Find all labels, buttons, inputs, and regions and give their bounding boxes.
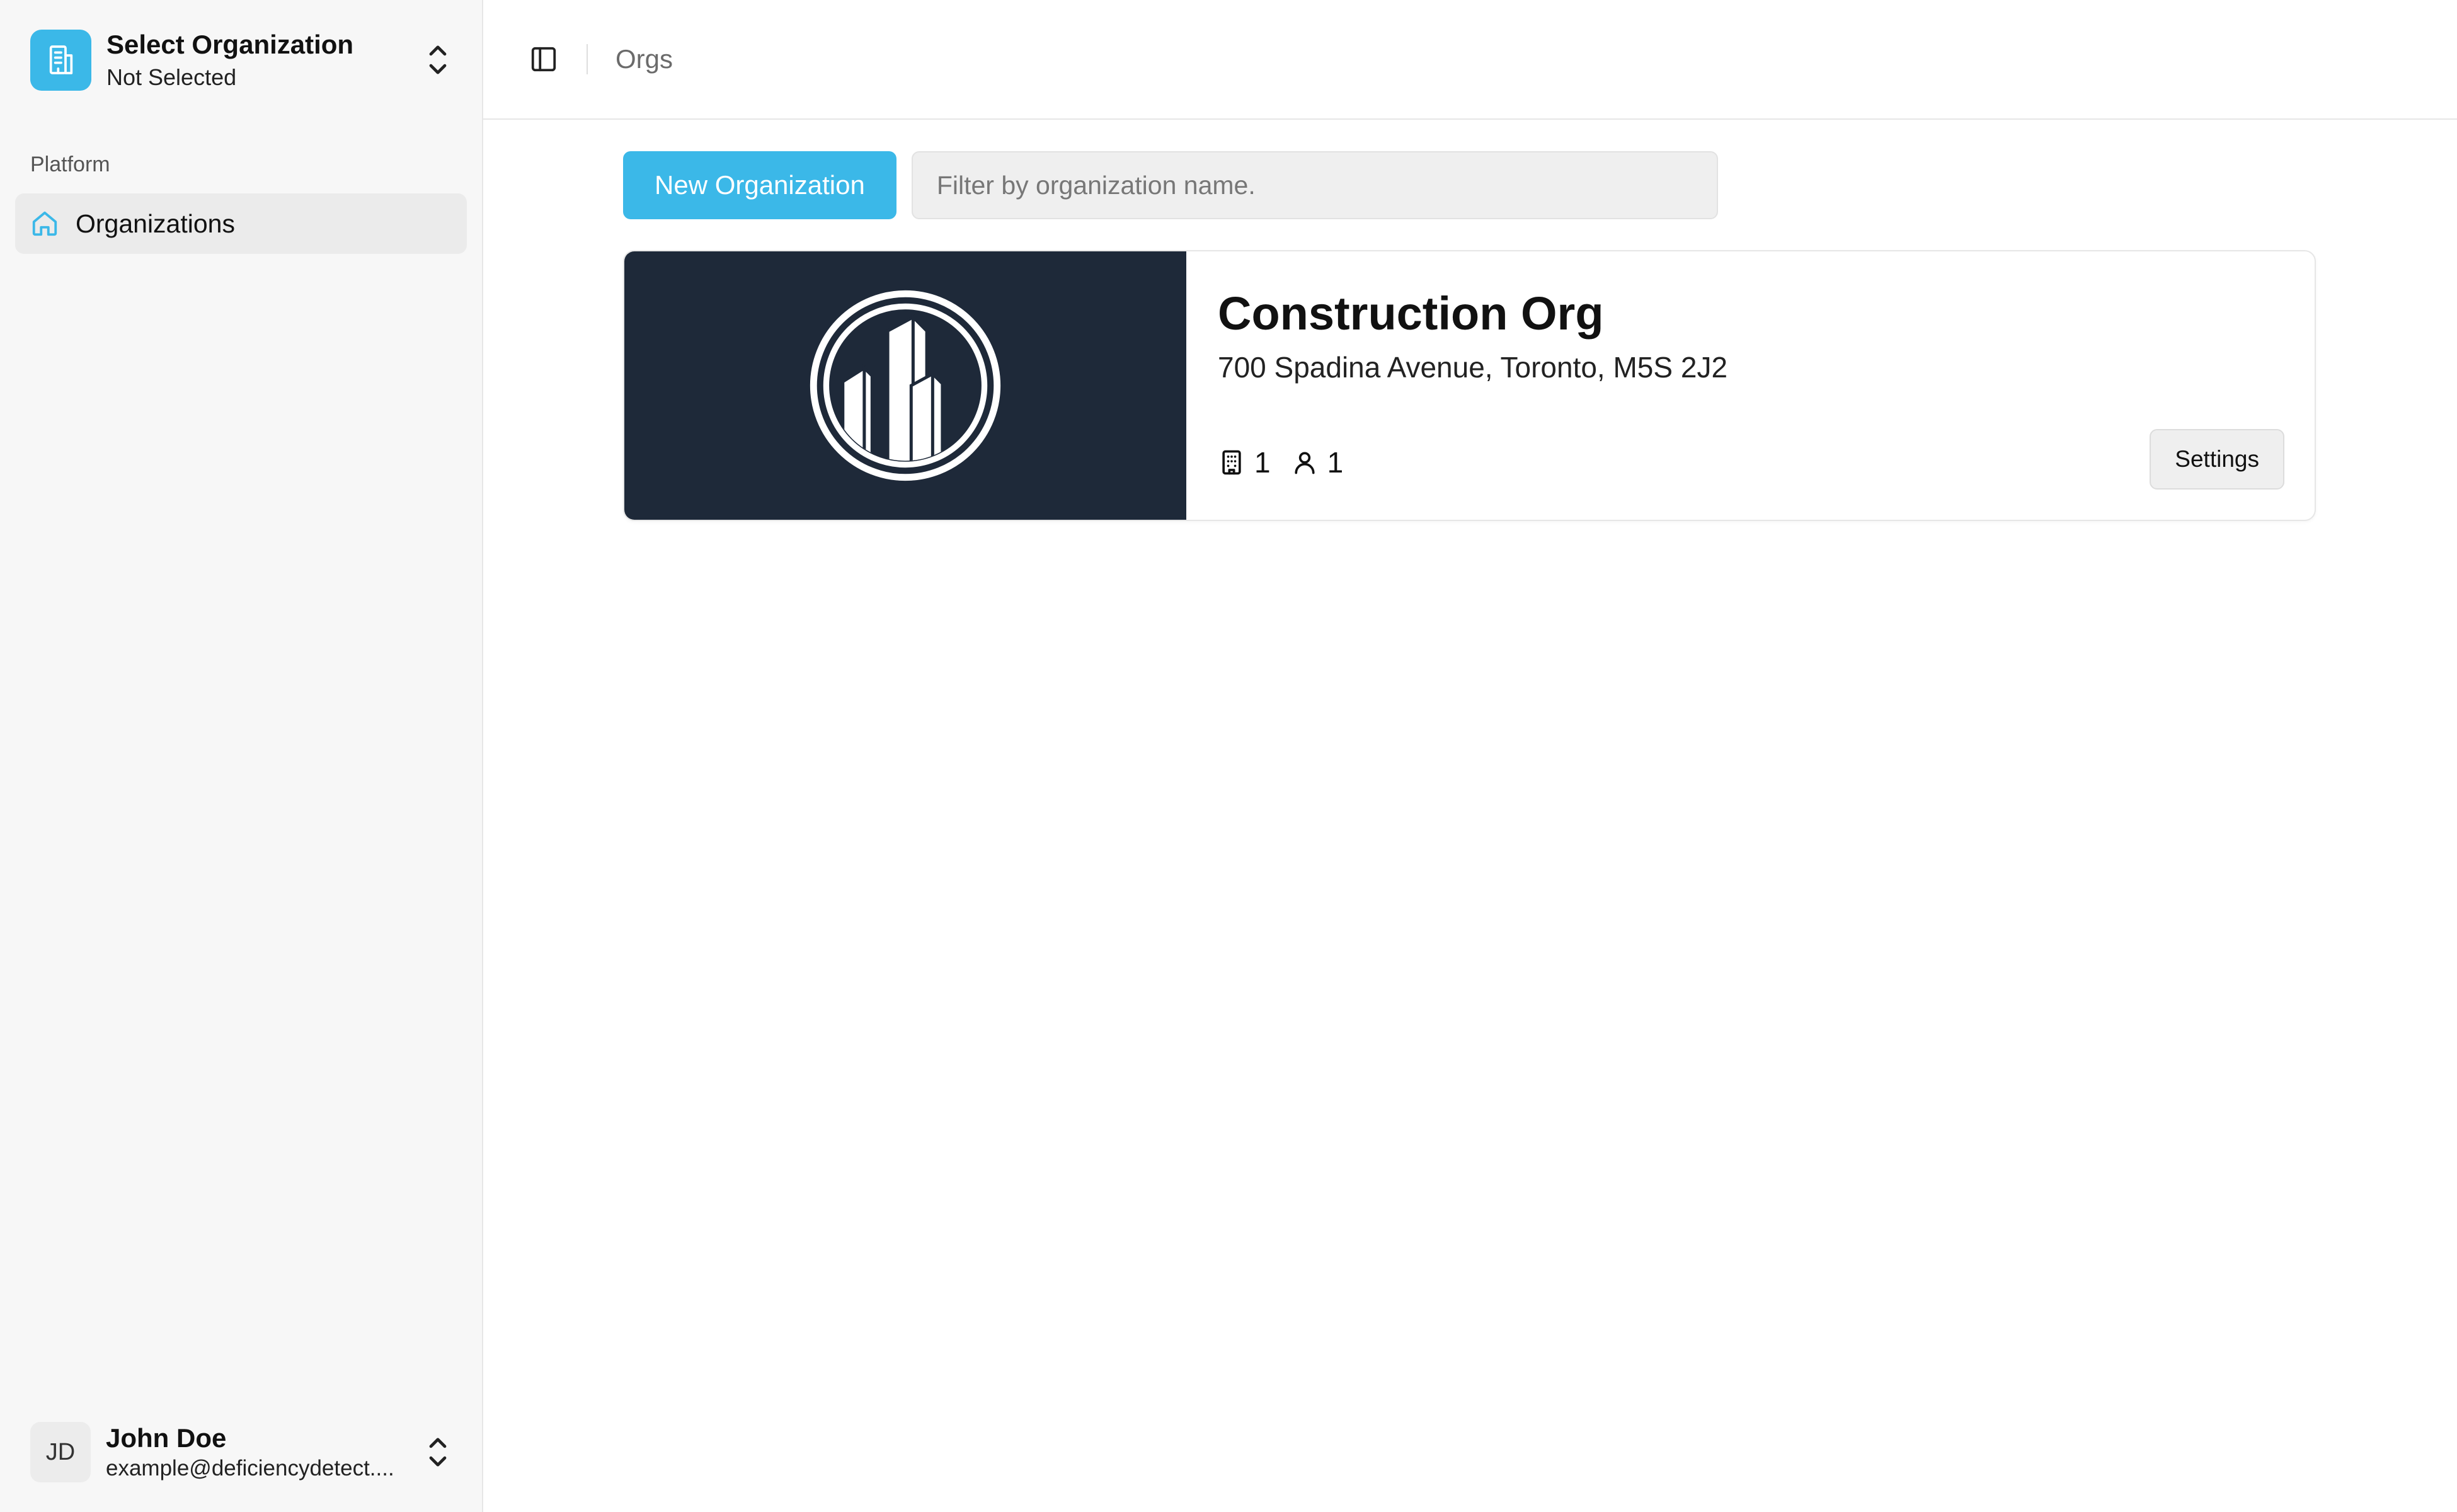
organization-name: Construction Org bbox=[1218, 287, 1604, 340]
avatar: JD bbox=[30, 1422, 91, 1482]
user-menu[interactable]: JD John Doe example@deficiencydetect.... bbox=[0, 1392, 482, 1512]
building-icon bbox=[1222, 450, 1241, 475]
sidebar: Select Organization Not Selected Platfor… bbox=[0, 0, 483, 1512]
org-switcher-text: Select Organization Not Selected bbox=[106, 29, 424, 91]
sidebar-item-organizations[interactable]: Organizations bbox=[15, 193, 467, 254]
sidebar-item-label: Organizations bbox=[76, 209, 235, 238]
chevrons-up-down-icon bbox=[429, 1438, 447, 1467]
home-icon bbox=[32, 211, 57, 236]
user-text: John Doe example@deficiencydetect.... bbox=[106, 1422, 424, 1482]
organization-card[interactable]: Construction Org 700 Spadina Avenue, Tor… bbox=[623, 250, 2316, 521]
toolbar: New Organization bbox=[623, 151, 1718, 219]
building-count: 1 bbox=[1218, 445, 1271, 479]
section-label-platform: Platform bbox=[30, 152, 110, 176]
organization-address: 700 Spadina Avenue, Toronto, M5S 2J2 bbox=[1218, 351, 1728, 384]
header-divider bbox=[587, 44, 588, 74]
user-email: example@deficiencydetect.... bbox=[106, 1456, 394, 1481]
app-root: Select Organization Not Selected Platfor… bbox=[0, 0, 2457, 1512]
sidebar-toggle-button[interactable] bbox=[518, 34, 569, 84]
breadcrumb[interactable]: Orgs bbox=[616, 44, 673, 74]
building-count-value: 1 bbox=[1254, 446, 1271, 479]
chevrons-up-down-icon bbox=[429, 45, 447, 74]
organization-filter-input[interactable] bbox=[911, 151, 1718, 219]
org-switcher-title: Select Organization bbox=[106, 30, 354, 60]
user-icon bbox=[1295, 452, 1315, 474]
panel-left-icon bbox=[531, 47, 556, 72]
organization-stats: 1 1 bbox=[1218, 445, 1363, 479]
top-bar: Orgs bbox=[483, 0, 2457, 120]
user-name: John Doe bbox=[106, 1423, 227, 1453]
organization-card-body: Construction Org 700 Spadina Avenue, Tor… bbox=[1186, 251, 2315, 520]
building-icon bbox=[30, 29, 91, 91]
organization-settings-button[interactable]: Settings bbox=[2150, 429, 2284, 490]
org-switcher-subtitle: Not Selected bbox=[106, 64, 237, 90]
main-content: Orgs New Organization Filter by organiza… bbox=[483, 0, 2457, 1512]
city-buildings-icon bbox=[810, 290, 1001, 481]
organization-logo bbox=[624, 251, 1186, 520]
org-switcher[interactable]: Select Organization Not Selected bbox=[0, 0, 482, 120]
new-organization-button[interactable]: New Organization bbox=[623, 151, 896, 219]
member-count: 1 bbox=[1291, 445, 1344, 479]
member-count-value: 1 bbox=[1327, 446, 1344, 479]
